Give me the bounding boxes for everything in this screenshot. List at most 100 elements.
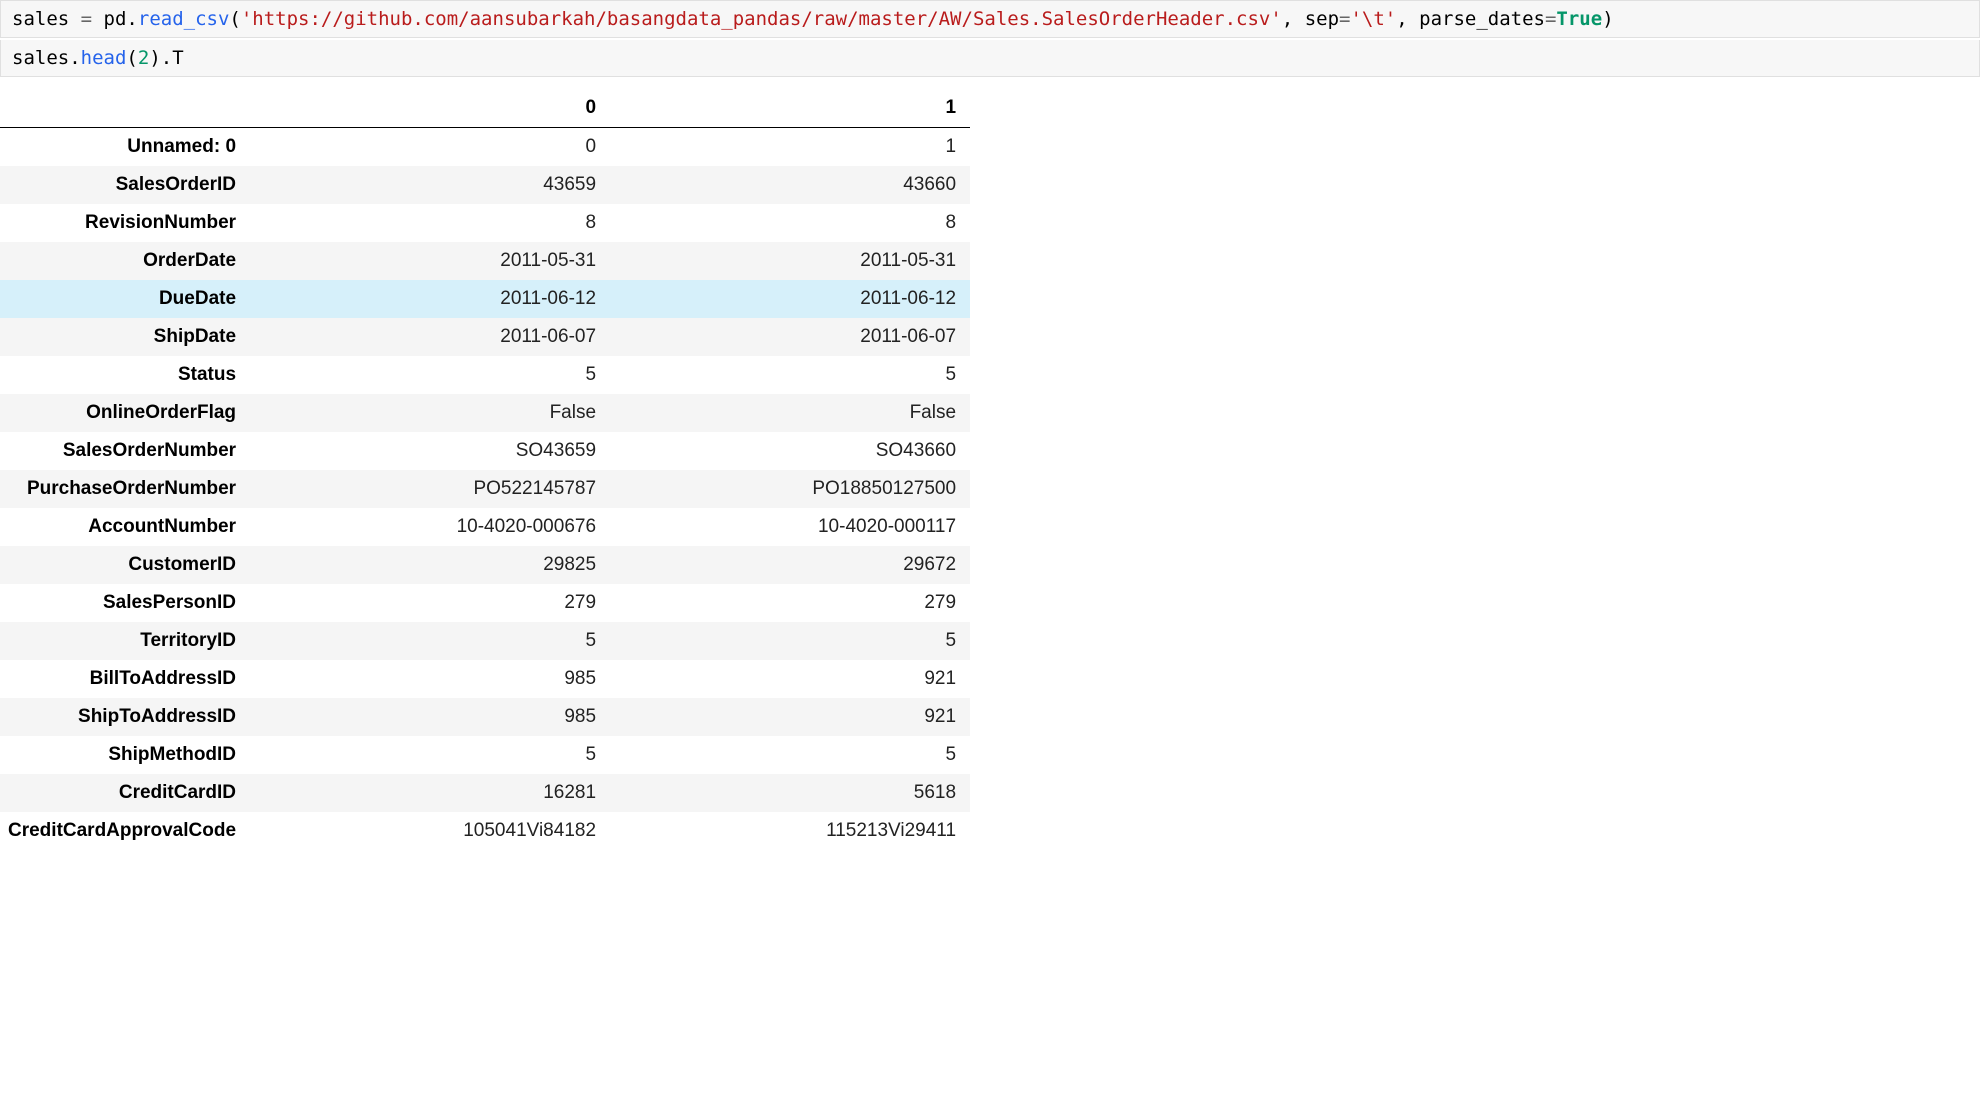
cell: 43660: [610, 166, 970, 204]
column-header: 1: [610, 89, 970, 128]
table-row: OnlineOrderFlagFalseFalse: [0, 394, 970, 432]
code-token: T: [172, 47, 183, 69]
cell: 115213Vi29411: [610, 812, 970, 850]
code-token: ): [1602, 8, 1613, 30]
code-token: 'https://github.com/aansubarkah/basangda…: [241, 8, 1282, 30]
table-body: Unnamed: 001SalesOrderID4365943660Revisi…: [0, 128, 970, 851]
row-label: RevisionNumber: [0, 204, 250, 242]
cell: 5618: [610, 774, 970, 812]
table-row: SalesOrderNumberSO43659SO43660: [0, 432, 970, 470]
cell: 8: [610, 204, 970, 242]
row-label: SalesOrderID: [0, 166, 250, 204]
row-label: SalesPersonID: [0, 584, 250, 622]
cell: 985: [250, 660, 610, 698]
cell: 0: [250, 128, 610, 167]
row-label: OnlineOrderFlag: [0, 394, 250, 432]
code-cell-2[interactable]: sales.head(2).T: [0, 40, 1980, 77]
code-token: .: [126, 8, 137, 30]
cell: 29825: [250, 546, 610, 584]
row-label: CustomerID: [0, 546, 250, 584]
cell: 2011-06-07: [250, 318, 610, 356]
cell: False: [610, 394, 970, 432]
cell: 10-4020-000117: [610, 508, 970, 546]
code-token: ): [149, 47, 160, 69]
cell: SO43660: [610, 432, 970, 470]
table-row: ShipToAddressID985921: [0, 698, 970, 736]
table-row: SalesPersonID279279: [0, 584, 970, 622]
cell: 43659: [250, 166, 610, 204]
table-row: ShipMethodID55: [0, 736, 970, 774]
row-label: OrderDate: [0, 242, 250, 280]
table-row: RevisionNumber88: [0, 204, 970, 242]
code-token: sep: [1305, 8, 1339, 30]
code-token: sales: [12, 47, 69, 69]
cell: 2011-06-07: [610, 318, 970, 356]
cell: 2011-05-31: [610, 242, 970, 280]
table-row: CustomerID2982529672: [0, 546, 970, 584]
cell: 2011-05-31: [250, 242, 610, 280]
table-row: TerritoryID55: [0, 622, 970, 660]
code-token: '\t': [1350, 8, 1396, 30]
code-token: read_csv: [138, 8, 230, 30]
code-token: =: [69, 8, 103, 30]
cell: SO43659: [250, 432, 610, 470]
cell: 105041Vi84182: [250, 812, 610, 850]
cell: 279: [610, 584, 970, 622]
cell: 921: [610, 660, 970, 698]
cell: 29672: [610, 546, 970, 584]
code-token: ,: [1396, 8, 1419, 30]
row-label: ShipMethodID: [0, 736, 250, 774]
code-token: (: [126, 47, 137, 69]
table-row: OrderDate2011-05-312011-05-31: [0, 242, 970, 280]
code-token: (: [229, 8, 240, 30]
cell: 5: [250, 356, 610, 394]
row-label: DueDate: [0, 280, 250, 318]
row-label: ShipDate: [0, 318, 250, 356]
code-cell-1[interactable]: sales = pd.read_csv('https://github.com/…: [0, 0, 1980, 38]
cell: 5: [610, 356, 970, 394]
code-token: ,: [1282, 8, 1305, 30]
cell: 985: [250, 698, 610, 736]
table-row: DueDate2011-06-122011-06-12: [0, 280, 970, 318]
cell: 279: [250, 584, 610, 622]
row-label: CreditCardApprovalCode: [0, 812, 250, 850]
code-token: .: [161, 47, 172, 69]
code-token: =: [1545, 8, 1556, 30]
cell: 2011-06-12: [250, 280, 610, 318]
table-row: PurchaseOrderNumberPO522145787PO18850127…: [0, 470, 970, 508]
row-label: TerritoryID: [0, 622, 250, 660]
cell: 5: [610, 622, 970, 660]
code-token: True: [1556, 8, 1602, 30]
table-row: SalesOrderID4365943660: [0, 166, 970, 204]
output-dataframe: 0 1 Unnamed: 001SalesOrderID4365943660Re…: [0, 89, 970, 850]
code-token: pd: [104, 8, 127, 30]
code-token: .: [69, 47, 80, 69]
table-row: ShipDate2011-06-072011-06-07: [0, 318, 970, 356]
row-label: ShipToAddressID: [0, 698, 250, 736]
code-token: =: [1339, 8, 1350, 30]
table-row: CreditCardApprovalCode105041Vi8418211521…: [0, 812, 970, 850]
row-label: Unnamed: 0: [0, 128, 250, 167]
cell: 2011-06-12: [610, 280, 970, 318]
cell: 16281: [250, 774, 610, 812]
code-token: 2: [138, 47, 149, 69]
row-label: PurchaseOrderNumber: [0, 470, 250, 508]
cell: 5: [250, 736, 610, 774]
table-row: Status55: [0, 356, 970, 394]
code-token: head: [81, 47, 127, 69]
cell: 921: [610, 698, 970, 736]
row-label: CreditCardID: [0, 774, 250, 812]
cell: 5: [610, 736, 970, 774]
table-row: AccountNumber10-4020-00067610-4020-00011…: [0, 508, 970, 546]
row-label: BillToAddressID: [0, 660, 250, 698]
table-row: CreditCardID162815618: [0, 774, 970, 812]
table-row: Unnamed: 001: [0, 128, 970, 167]
cell: 1: [610, 128, 970, 167]
cell: 10-4020-000676: [250, 508, 610, 546]
cell: PO18850127500: [610, 470, 970, 508]
row-label: Status: [0, 356, 250, 394]
cell: PO522145787: [250, 470, 610, 508]
code-token: sales: [12, 8, 69, 30]
row-label: AccountNumber: [0, 508, 250, 546]
table-header-row: 0 1: [0, 89, 970, 128]
